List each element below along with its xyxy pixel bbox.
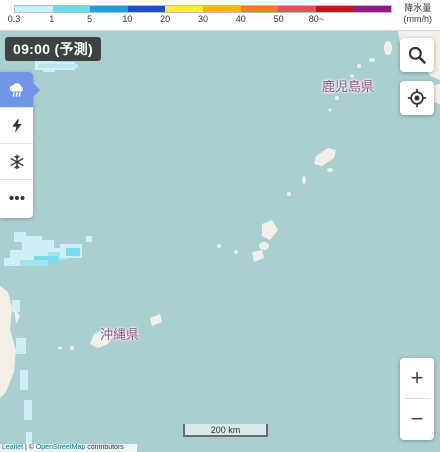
legend-color-segment (353, 6, 391, 12)
legend-tick-label: 20 (160, 14, 171, 24)
legend-tick-label: 50 (273, 14, 284, 24)
legend-color-segment (15, 6, 53, 12)
legend-color-segment (90, 6, 128, 12)
more-dots-icon (9, 196, 24, 200)
crosshair-icon (407, 88, 427, 108)
map-attribution: Leaflet | © OpenStreetMap contributors (0, 444, 137, 452)
legend-color-segment (52, 6, 91, 12)
legend-color-segment (278, 6, 316, 12)
locate-button[interactable] (400, 81, 434, 115)
legend-color-bar (14, 5, 392, 13)
snowflake-icon (10, 154, 23, 169)
scale-bar: 200 km (183, 424, 268, 437)
layer-toolbar (0, 72, 40, 218)
legend-tick-label: 5 (87, 14, 93, 24)
legend-color-segment (127, 6, 166, 12)
leaflet-link[interactable]: Leaflet (2, 444, 23, 451)
search-icon (408, 46, 426, 64)
legend-color-segment (165, 6, 203, 12)
legend-tick-label: 30 (197, 14, 209, 24)
rain-cloud-icon (9, 82, 23, 97)
layer-snow-button[interactable] (0, 144, 33, 180)
zoom-control: + − (400, 358, 434, 440)
attribution-separator: | © (23, 444, 36, 451)
layer-more-button[interactable] (0, 180, 33, 216)
legend-color-segment (240, 6, 279, 12)
legend-tick-label: 1 (49, 14, 55, 24)
forecast-time-badge: 09:00 (予測) (5, 37, 102, 61)
search-button[interactable] (400, 38, 434, 72)
precipitation-legend: 0.3 1 5 10 20 30 40 50 80~ 降水量 (mm/h) (0, 0, 440, 31)
map-app: 0.3 1 5 10 20 30 40 50 80~ 降水量 (mm/h) 鹿児… (0, 0, 440, 452)
legend-color-segment (202, 6, 241, 12)
legend-unit-label: (mm/h) (403, 14, 433, 24)
zoom-out-button[interactable]: − (400, 399, 434, 439)
legend-tick-label: 80~ (308, 14, 325, 24)
layer-rain-button[interactable] (0, 72, 40, 108)
label-okinawa: 沖縄県 (100, 327, 140, 342)
lightning-icon (11, 118, 22, 133)
layer-lightning-button[interactable] (0, 108, 33, 144)
zoom-in-button[interactable]: + (400, 358, 434, 398)
legend-tick-label: 40 (235, 14, 246, 24)
legend-tick-label: 0.3 (7, 14, 21, 24)
legend-tick-label: 10 (122, 14, 133, 24)
legend-color-segment (315, 6, 354, 12)
osm-link[interactable]: OpenStreetMap (36, 444, 85, 451)
label-kagoshima: 鹿児島県 (322, 79, 375, 94)
legend-title: 降水量 (mm/h) (404, 3, 433, 25)
attribution-suffix: contributors (85, 444, 124, 451)
legend-title-label: 降水量 (404, 3, 432, 13)
